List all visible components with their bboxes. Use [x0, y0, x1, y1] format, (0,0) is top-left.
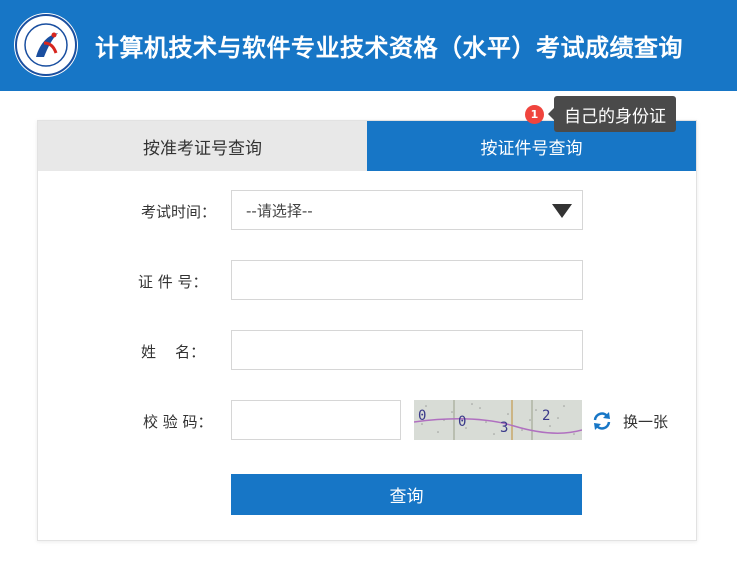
- captcha-input[interactable]: [231, 400, 401, 440]
- name-input[interactable]: [231, 330, 583, 370]
- exam-time-selected: --请选择--: [246, 201, 313, 220]
- svg-text:0: 0: [418, 408, 426, 424]
- exam-time-select[interactable]: --请选择--: [231, 190, 583, 230]
- tab-admission-ticket[interactable]: 按准考证号查询: [38, 121, 367, 171]
- id-number-label: 证 件 号：: [138, 273, 208, 291]
- captcha-image[interactable]: 0 0 3 2: [414, 400, 582, 440]
- svg-text:3: 3: [500, 420, 508, 436]
- refresh-captcha-link[interactable]: 换一张: [623, 411, 668, 432]
- svg-text:0: 0: [458, 414, 466, 430]
- captcha-label: 校 验 码：: [143, 413, 213, 431]
- submit-button[interactable]: 查询: [231, 474, 582, 515]
- id-number-input[interactable]: [231, 260, 583, 300]
- refresh-icon[interactable]: [591, 410, 613, 432]
- page-title: 计算机技术与软件专业技术资格（水平）考试成绩查询: [95, 34, 683, 62]
- exam-time-label: 考试时间：: [141, 203, 217, 221]
- site-header: 计算机技术与软件专业技术资格（水平）考试成绩查询: [0, 0, 737, 91]
- name-label: 姓 名：: [141, 343, 206, 361]
- svg-text:2: 2: [542, 408, 550, 424]
- query-panel: 按准考证号查询 按证件号查询 考试时间： --请选择-- 证 件 号： 姓 名：…: [37, 120, 697, 541]
- hint-tooltip-text: 自己的身份证: [564, 106, 666, 127]
- hint-tooltip: 自己的身份证: [548, 96, 676, 132]
- notification-badge: 1: [525, 105, 544, 124]
- chevron-down-icon: [552, 204, 572, 218]
- exam-seal-logo: [14, 13, 78, 77]
